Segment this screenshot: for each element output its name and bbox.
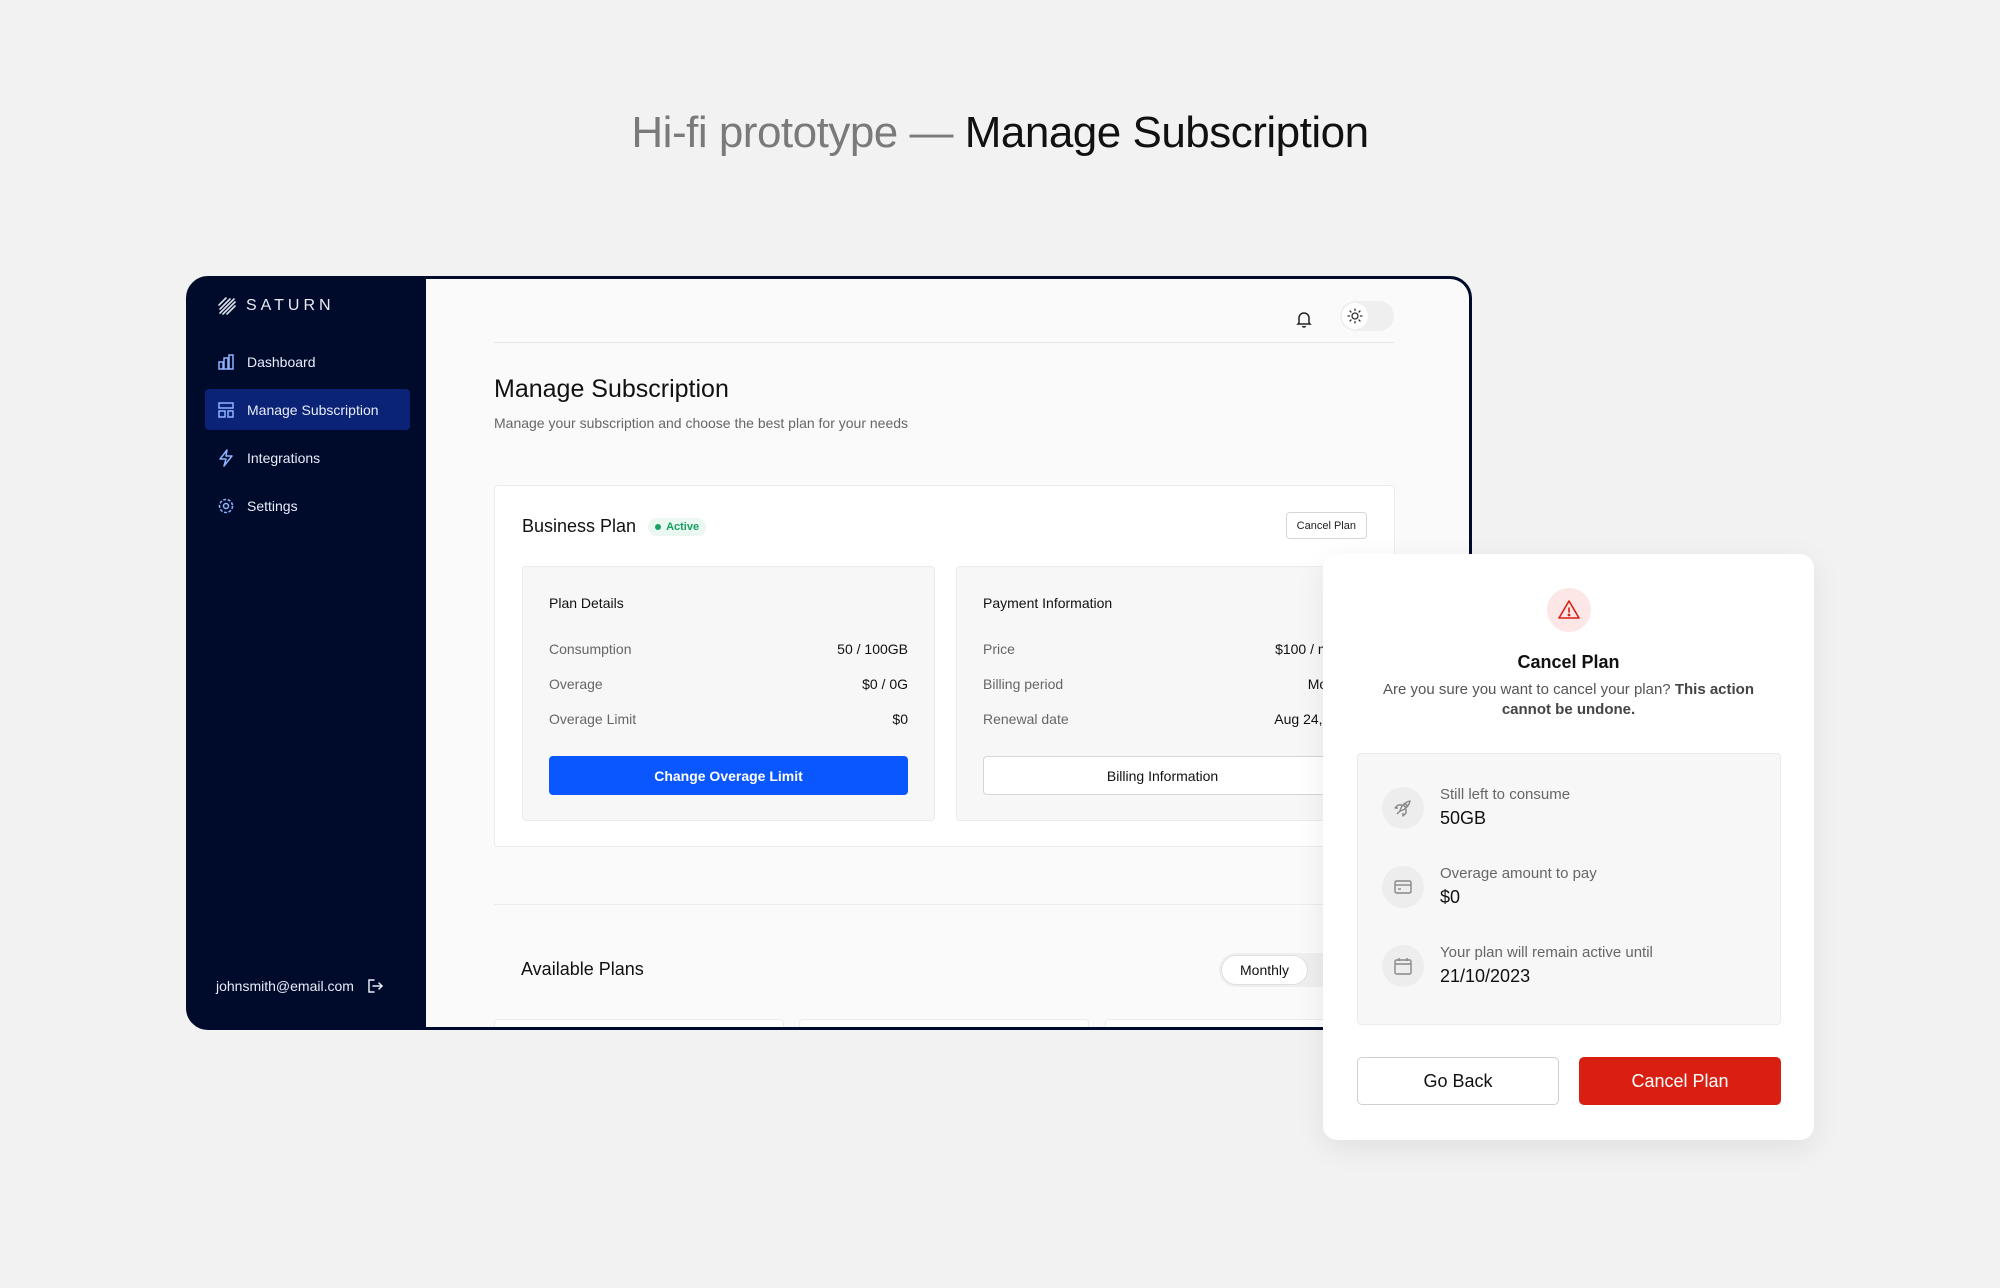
status-badge: Active [648,517,707,536]
cancel-plan-modal: Cancel Plan Are you sure you want to can… [1323,554,1814,1140]
summary-value: $0 [1440,887,1461,907]
summary-value: 21/10/2023 [1440,966,1531,986]
sidebar-item-label: Dashboard [247,353,316,370]
summary-text: Your plan will remain active until 21/10… [1440,944,1653,987]
cancellation-summary: Still left to consume 50GB Overage amoun… [1357,753,1781,1025]
rocket-icon-badge [1382,786,1424,829]
modal-description: Are you sure you want to cancel your pla… [1373,680,1764,720]
brand-name: SATURN [246,297,335,314]
payment-label: Renewal date [983,711,1069,727]
theme-toggle-knob [1342,303,1368,329]
bell-icon[interactable] [1294,309,1314,329]
summary-text: Still left to consume 50GB [1440,786,1570,829]
summary-row: Still left to consume 50GB [1382,786,1570,829]
account-email: johnsmith@email.com [216,978,354,994]
payment-row: Renewal date Aug 24, 20 [983,711,1342,727]
credit-card-icon-badge [1382,865,1424,908]
plan-header: Business Plan Active [522,516,707,537]
current-plan-card: Business Plan Active Cancel Plan Plan De… [494,485,1395,847]
plan-option-card[interactable] [799,1019,1089,1027]
top-bar [494,297,1394,343]
main-content: Manage Subscription Manage your subscrip… [426,279,1469,1027]
sidebar: SATURN Dashboard Manage Subscription Int… [189,279,426,1027]
plan-details-heading: Plan Details [549,595,624,611]
payment-label: Billing period [983,676,1064,692]
headline-strong: Manage Subscription [964,108,1369,157]
detail-value: 50 / 100GB [837,641,908,657]
summary-value: 50GB [1440,808,1487,828]
sidebar-nav: Dashboard Manage Subscription Integratio… [205,341,410,533]
summary-label: Your plan will remain active until [1440,944,1653,961]
headline-muted: Hi-fi prototype — [631,108,953,157]
go-back-button[interactable]: Go Back [1357,1057,1559,1105]
summary-text: Overage amount to pay $0 [1440,865,1597,908]
page-headline: Hi-fi prototype — Manage Subscription [0,108,2000,158]
confirm-cancel-plan-button[interactable]: Cancel Plan [1579,1057,1781,1105]
status-label: Active [666,520,700,533]
sidebar-item-label: Integrations [247,449,321,466]
change-overage-limit-button[interactable]: Change Overage Limit [549,756,908,795]
detail-row: Consumption 50 / 100GB [549,641,908,657]
plan-details-card: Plan Details Consumption 50 / 100GB Over… [522,566,935,821]
summary-row: Overage amount to pay $0 [1382,865,1597,908]
detail-value: $0 [892,711,908,727]
period-option-monthly[interactable]: Monthly [1221,955,1309,985]
credit-card-icon [1394,879,1412,894]
rocket-icon [1394,799,1411,817]
layout-icon [218,401,234,418]
cancel-plan-button[interactable]: Cancel Plan [1285,512,1367,539]
plan-option-card[interactable] [494,1019,784,1027]
bar-chart-icon [218,353,234,370]
account-footer: johnsmith@email.com [216,977,384,995]
sidebar-item-settings[interactable]: Settings [205,485,410,526]
plan-name: Business Plan [522,516,637,536]
summary-label: Overage amount to pay [1440,865,1597,882]
detail-row: Overage $0 / 0G [549,676,908,692]
sidebar-item-label: Settings [247,497,298,514]
calendar-icon-badge [1382,944,1424,987]
payment-row: Price $100 / mor [983,641,1342,657]
detail-row: Overage Limit $0 [549,711,908,727]
logout-icon[interactable] [366,977,384,995]
detail-label: Consumption [549,641,632,657]
sidebar-item-integrations[interactable]: Integrations [205,437,410,478]
billing-information-button[interactable]: Billing Information [983,756,1342,795]
sidebar-item-manage-subscription[interactable]: Manage Subscription [205,389,410,430]
payment-information-card: Payment Information Price $100 / mor Bil… [956,566,1369,821]
detail-value: $0 / 0G [862,676,908,692]
sidebar-item-dashboard[interactable]: Dashboard [205,341,410,382]
calendar-icon [1394,957,1412,975]
status-dot-icon [655,523,662,530]
page-title: Manage Subscription [494,375,729,403]
modal-desc-text: Are you sure you want to cancel your pla… [1382,681,1671,698]
warning-badge [1547,588,1591,632]
detail-label: Overage Limit [549,711,637,727]
summary-label: Still left to consume [1440,786,1571,803]
available-plans-title: Available Plans [521,959,644,979]
gear-icon [218,498,234,513]
lightning-icon [219,448,233,467]
payment-heading: Payment Information [983,595,1113,611]
detail-label: Overage [549,676,603,692]
summary-row: Your plan will remain active until 21/10… [1382,944,1653,987]
page-subtitle: Manage your subscription and choose the … [494,415,909,431]
sidebar-item-label: Manage Subscription [247,401,379,418]
theme-toggle[interactable] [1340,301,1394,331]
saturn-logo-icon [218,297,236,315]
brand-logo[interactable]: SATURN [216,295,335,317]
app-window: SATURN Dashboard Manage Subscription Int… [186,276,1472,1030]
warning-triangle-icon [1558,600,1580,619]
sun-icon [1347,308,1363,324]
payment-label: Price [983,641,1015,657]
payment-row: Billing period Montl [983,676,1342,692]
modal-title: Cancel Plan [1517,652,1620,672]
section-divider [494,904,1395,905]
